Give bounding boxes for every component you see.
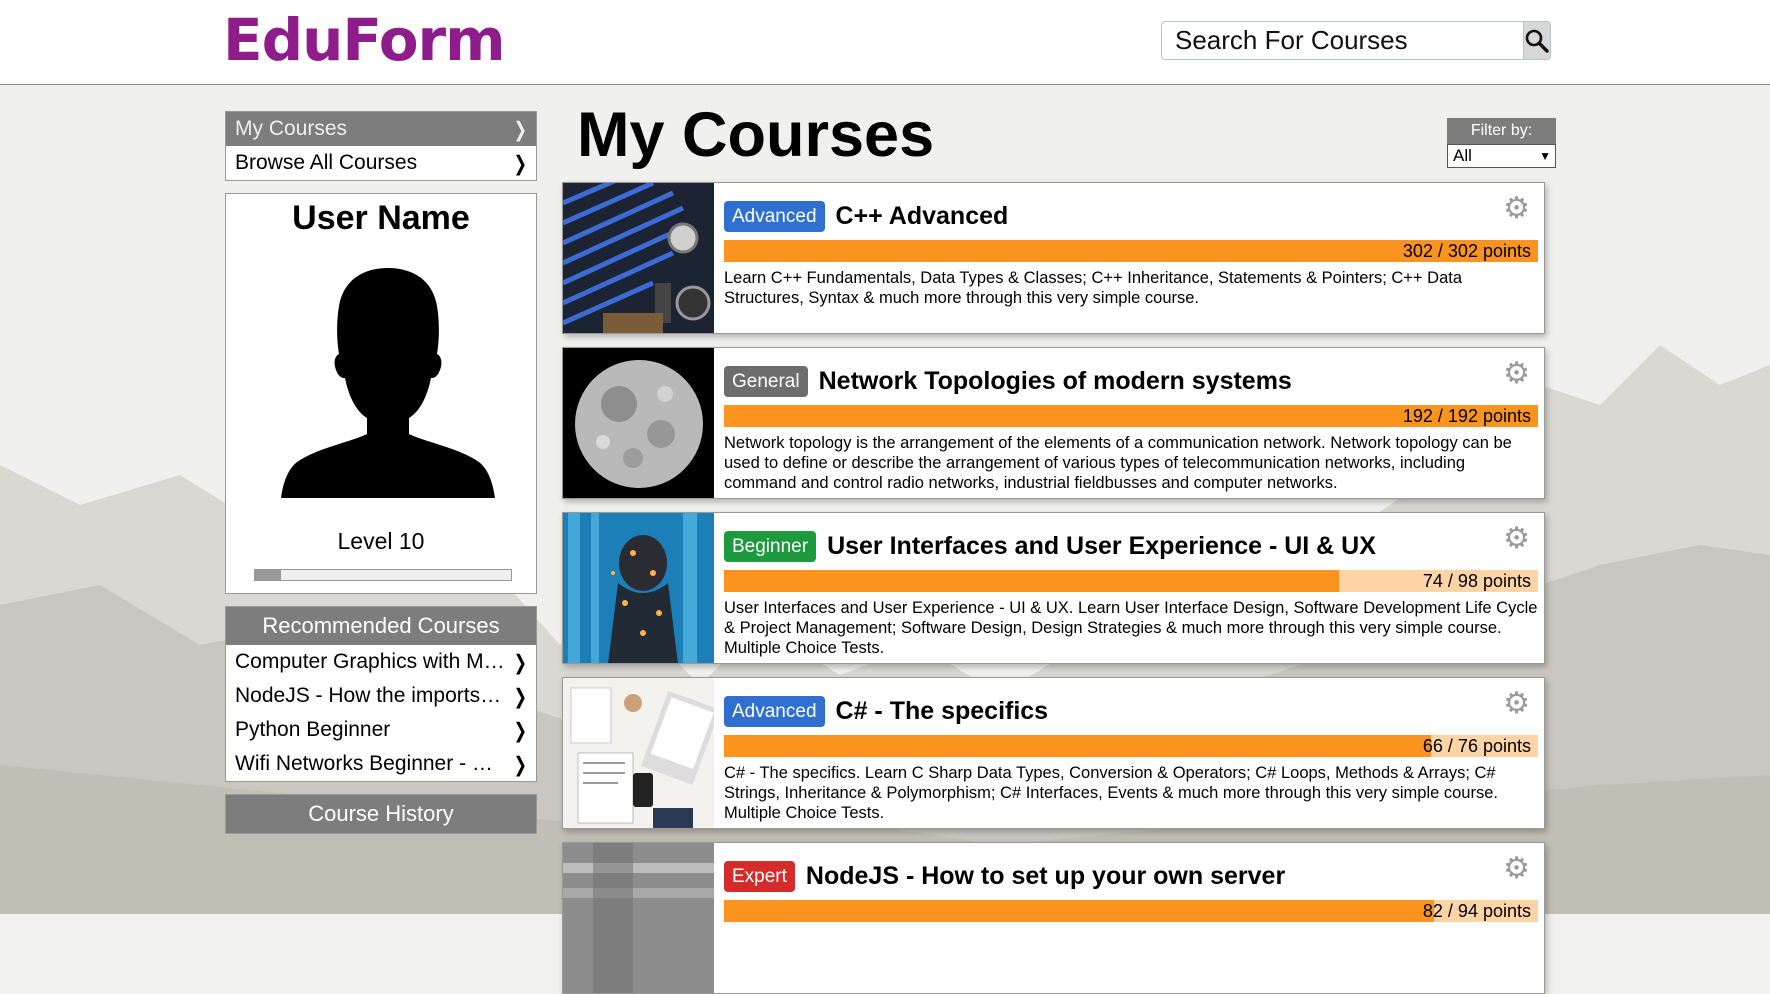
course-title[interactable]: C# - The specifics [836,697,1049,726]
recommended-course-label: Wifi Networks Beginner - Security and Pr… [235,752,505,775]
level-progress-fill [255,570,281,580]
course-description: Network topology is the arrangement of t… [724,434,1512,492]
chevron-right-icon: ❯ [513,150,527,176]
course-progress-bar: 82 / 94 points [724,900,1538,922]
gear-icon[interactable]: ⚙ [1503,689,1530,719]
course-title[interactable]: Network Topologies of modern systems [819,367,1292,396]
logo[interactable]: EduForm [223,6,506,74]
course-card-body: Expert NodeJS - How to set up your own s… [724,843,1538,928]
difficulty-badge: Expert [724,860,795,892]
course-title[interactable]: User Interfaces and User Experience - UI… [827,532,1376,561]
gear-icon[interactable]: ⚙ [1503,524,1530,554]
course-progress-fill [724,570,1339,592]
difficulty-badge: General [724,365,808,397]
course-description: User Interfaces and User Experience - UI… [724,599,1538,657]
gear-icon[interactable]: ⚙ [1503,854,1530,884]
course-thumbnail-server [563,843,714,993]
user-profile-card: User Name Level 10 [225,193,537,594]
filter-control: Filter by: All ▼ [1447,118,1556,168]
filter-selected-value: All [1453,146,1472,165]
course-card-body: General Network Topologies of modern sys… [724,348,1538,493]
top-bar: EduForm [0,0,1770,85]
sidebar-item-label: My Courses [235,117,348,140]
course-title[interactable]: C++ Advanced [836,202,1009,231]
gear-icon[interactable]: ⚙ [1503,359,1530,389]
course-history-button[interactable]: Course History [225,794,537,834]
difficulty-badge: Beginner [724,530,817,562]
search-box [1161,21,1551,60]
search-button[interactable] [1523,21,1551,60]
recommended-course-item[interactable]: NodeJS - How the imports and exports wor… [226,679,536,713]
course-progress-bar: 74 / 98 points [724,570,1538,592]
course-points: 66 / 76 points [1422,736,1531,756]
course-card-body: Beginner User Interfaces and User Experi… [724,513,1538,658]
course-title[interactable]: NodeJS - How to set up your own server [806,862,1285,891]
recommended-course-item[interactable]: Wifi Networks Beginner - Security and Pr… [226,747,536,781]
level-progress-bar [254,569,512,581]
gear-icon[interactable]: ⚙ [1503,194,1530,224]
course-thumbnail-person-lights [563,513,714,663]
course-points: 82 / 94 points [1422,901,1531,921]
course-description: Learn C++ Fundamentals, Data Types & Cla… [724,269,1463,307]
chevron-right-icon: ❯ [513,116,527,142]
recommended-courses: Recommended Courses Computer Graphics wi… [225,606,537,782]
course-progress-bar: 66 / 76 points [724,735,1538,757]
course-thumbnail-moon [563,348,714,498]
course-card-body: Advanced C# - The specifics 66 / 76 poin… [724,678,1538,823]
course-card[interactable]: Advanced C++ Advanced 302 / 302 points L… [562,182,1545,334]
user-silhouette-icon[interactable] [281,266,495,498]
recommended-course-label: NodeJS - How the imports and exports wor… [235,684,505,707]
user-name: User Name [292,199,470,237]
search-icon [1525,29,1549,53]
sidebar-item-label: Browse All Courses [235,151,418,174]
course-progress-bar: 192 / 192 points [724,405,1538,427]
chevron-right-icon: ❯ [513,717,527,743]
course-card[interactable]: Advanced C# - The specifics 66 / 76 poin… [562,677,1545,829]
chevron-right-icon: ❯ [513,683,527,709]
course-description: C# - The specifics. Learn C Sharp Data T… [724,764,1498,822]
course-points: 192 / 192 points [1402,406,1531,426]
recommended-course-item[interactable]: Computer Graphics with Modern OpenGL and… [226,645,536,679]
recommended-courses-title: Recommended Courses [226,607,536,645]
filter-select[interactable]: All ▼ [1447,144,1556,168]
dropdown-arrow-icon: ▼ [1539,149,1551,163]
course-card[interactable]: General Network Topologies of modern sys… [562,347,1545,499]
chevron-right-icon: ❯ [513,649,527,675]
recommended-course-item[interactable]: Python Beginner ❯ [226,713,536,747]
course-thumbnail-desk-laptop [563,678,714,828]
sidebar-item-browse-all-courses[interactable]: Browse All Courses ❯ [226,146,536,180]
course-progress-bar: 302 / 302 points [724,240,1538,262]
course-points: 302 / 302 points [1402,241,1531,261]
course-history-title: Course History [226,795,536,833]
course-card[interactable]: Beginner User Interfaces and User Experi… [562,512,1545,664]
sidebar: My Courses ❯ Browse All Courses ❯ User N… [225,111,537,834]
course-card[interactable]: Expert NodeJS - How to set up your own s… [562,842,1545,994]
chevron-right-icon: ❯ [513,751,527,777]
difficulty-badge: Advanced [724,200,825,232]
course-progress-fill [724,900,1435,922]
search-input[interactable] [1162,22,1523,59]
user-level: Level 10 [337,528,425,554]
filter-label: Filter by: [1447,118,1556,144]
recommended-course-label: Computer Graphics with Modern OpenGL and… [235,650,505,673]
recommended-course-label: Python Beginner [235,718,391,741]
course-progress-fill [724,735,1431,757]
sidebar-item-my-courses[interactable]: My Courses ❯ [226,112,536,146]
difficulty-badge: Advanced [724,695,825,727]
course-points: 74 / 98 points [1422,571,1531,591]
course-card-body: Advanced C++ Advanced 302 / 302 points L… [724,183,1538,308]
course-thumbnail-circuit-board [563,183,714,333]
page-title: My Courses [577,100,935,170]
sidebar-menu: My Courses ❯ Browse All Courses ❯ [225,111,537,181]
